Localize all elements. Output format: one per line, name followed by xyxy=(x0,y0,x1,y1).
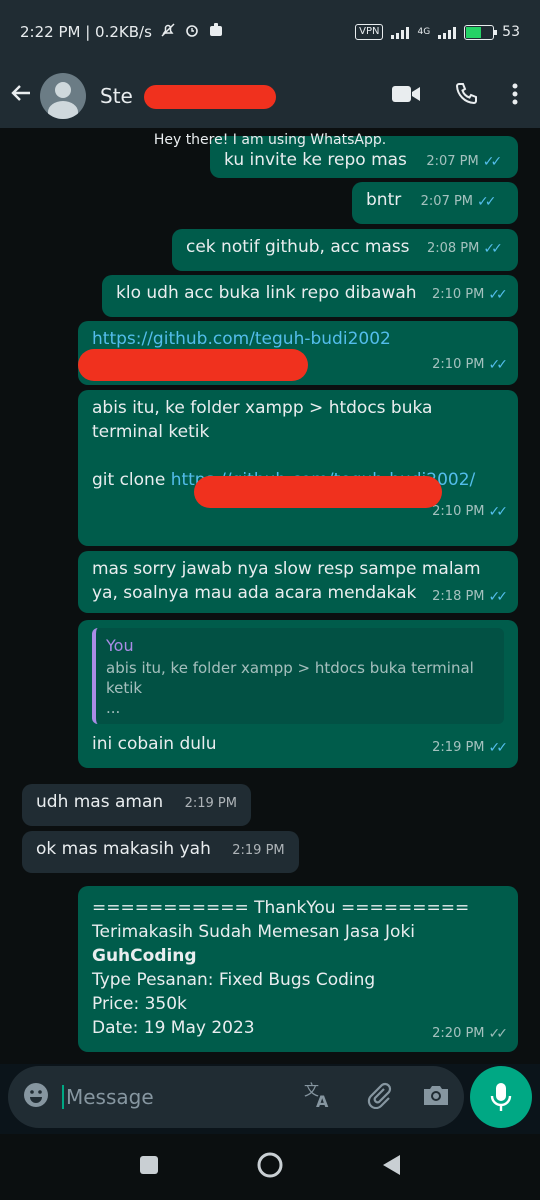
time-text: 2:07 PM xyxy=(420,194,474,209)
time-text: 2:20 PM xyxy=(432,1026,485,1041)
receipt-line: Type Pesanan: Fixed Bugs Coding xyxy=(92,970,376,990)
arrow-left-icon[interactable] xyxy=(8,80,38,113)
read-ticks-icon: ✓✓ xyxy=(482,154,503,170)
message-text: abis itu, ke folder xampp > htdocs buka … xyxy=(92,398,433,442)
quote-text: abis itu, ke folder xampp > htdocs buka … xyxy=(106,659,474,697)
message-bubble[interactable]: ok mas makasih yah 2:19 PM xyxy=(22,831,299,873)
message-text: ini cobain dulu xyxy=(92,734,217,754)
read-ticks-icon: ✓✓ xyxy=(483,241,503,257)
signal-icon xyxy=(391,25,410,39)
contact-name[interactable]: Ste xyxy=(100,81,276,111)
read-ticks-icon: ✓✓ xyxy=(488,357,509,373)
receipt-line: Price: 350k xyxy=(92,994,187,1014)
message-bubble[interactable]: =========== ThankYou ========= Terimakas… xyxy=(78,886,518,1052)
redaction-mark xyxy=(194,476,442,508)
redaction-mark xyxy=(144,85,276,109)
more-vert-icon[interactable] xyxy=(512,82,518,110)
network-type: 4G xyxy=(417,27,431,37)
alarm-icon xyxy=(184,22,200,42)
message-text: mas sorry jawab nya slow resp sampe mala… xyxy=(92,559,481,603)
message-link[interactable]: https://github.com/teguh-budi2002 xyxy=(92,327,504,351)
home-icon[interactable] xyxy=(256,1151,284,1183)
avatar[interactable] xyxy=(40,73,86,119)
emoji-icon[interactable] xyxy=(22,1081,50,1113)
message-text: klo udh acc buka link repo dibawah xyxy=(116,283,417,303)
time-text: 2:08 PM xyxy=(426,241,480,256)
time-text: 2:19 PM xyxy=(432,740,485,755)
read-ticks-icon: ✓✓ xyxy=(488,589,509,605)
redaction-mark xyxy=(78,349,308,381)
app-notification-icon xyxy=(208,22,224,42)
mic-icon[interactable] xyxy=(470,1066,532,1128)
read-ticks-icon: ✓✓ xyxy=(477,194,497,210)
message-bubble[interactable]: udh mas aman 2:19 PM xyxy=(22,784,251,826)
battery-icon xyxy=(464,24,498,40)
vpn-badge: VPN xyxy=(355,24,384,40)
message-time: 2:19 PM xyxy=(184,796,237,811)
receipt-line: Terimakasih Sudah Memesan Jasa Joki xyxy=(92,922,416,942)
message-text: ku invite ke repo mas xyxy=(224,150,407,170)
system-nav-bar xyxy=(0,1134,540,1200)
status-time: 2:22 PM | 0.2KB/s xyxy=(20,23,152,41)
message-bubble[interactable]: klo udh acc buka link repo dibawah 2:10 … xyxy=(102,275,518,317)
message-text: bntr xyxy=(366,190,402,210)
time-text: 2:10 PM xyxy=(432,504,485,519)
phone-icon[interactable] xyxy=(454,82,478,110)
camera-icon[interactable] xyxy=(422,1083,450,1111)
code-prefix: git clone xyxy=(92,470,171,490)
message-bubble[interactable]: abis itu, ke folder xampp > htdocs buka … xyxy=(78,390,518,546)
message-text: cek notif github, acc mass xyxy=(186,237,410,257)
svg-text:A: A xyxy=(316,1092,329,1109)
message-time: 2:18 PM ✓✓ xyxy=(432,585,509,609)
message-time: 2:19 PM ✓✓ xyxy=(432,736,509,760)
message-time: 2:10 PM ✓✓ xyxy=(432,353,509,377)
read-ticks-icon: ✓✓ xyxy=(488,287,508,303)
message-time: 2:20 PM ✓✓ xyxy=(432,1022,509,1046)
chat-header: Ste xyxy=(0,64,540,128)
receipt-line: =========== ThankYou ========= xyxy=(92,898,470,918)
quote-more: ... xyxy=(106,699,121,717)
message-time: 2:07 PM ✓✓ xyxy=(420,190,497,214)
time-text: 2:10 PM xyxy=(431,287,485,302)
message-time: 2:19 PM xyxy=(232,843,285,858)
quote-author: You xyxy=(106,636,134,655)
time-text: 2:07 PM xyxy=(426,154,479,169)
battery-percent: 53 xyxy=(502,24,520,40)
mute-icon xyxy=(160,22,176,42)
message-time: 2:07 PM ✓✓ xyxy=(426,150,503,174)
read-ticks-icon: ✓✓ xyxy=(488,740,509,756)
message-bubble[interactable]: mas sorry jawab nya slow resp sampe mala… xyxy=(78,551,518,613)
message-bubble[interactable]: https://github.com/teguh-budi2002 2:10 P… xyxy=(78,321,518,385)
read-ticks-icon: ✓✓ xyxy=(488,504,509,520)
time-text: 2:10 PM xyxy=(432,357,485,372)
contact-status-banner: Hey there! I am using WhatsApp. xyxy=(153,132,387,148)
message-time: 2:08 PM ✓✓ xyxy=(426,237,503,261)
message-time: 2:10 PM ✓✓ xyxy=(431,283,508,307)
translate-icon[interactable]: 文A xyxy=(304,1081,334,1113)
receipt-brand: GuhCoding xyxy=(92,946,197,966)
paperclip-icon[interactable] xyxy=(364,1081,392,1113)
message-input[interactable] xyxy=(62,1085,262,1109)
time-text: 2:18 PM xyxy=(432,589,485,604)
message-bubble[interactable]: cek notif github, acc mass 2:08 PM ✓✓ xyxy=(172,229,518,271)
contact-name-text: Ste xyxy=(100,84,133,108)
back-nav-icon[interactable] xyxy=(380,1153,402,1181)
message-text: ok mas makasih yah xyxy=(36,839,211,859)
message-composer: 文A xyxy=(8,1066,464,1128)
recents-icon[interactable] xyxy=(138,1154,160,1180)
message-bubble[interactable]: You abis itu, ke folder xampp > htdocs b… xyxy=(78,620,518,768)
delivered-ticks-icon: ✓✓ xyxy=(488,1026,509,1042)
message-text: udh mas aman xyxy=(36,792,164,812)
signal-icon-2 xyxy=(438,25,457,39)
chat-area[interactable]: Hey there! I am using WhatsApp. ku invit… xyxy=(0,128,540,1064)
message-bubble[interactable]: bntr 2:07 PM ✓✓ xyxy=(352,182,518,224)
quoted-message[interactable]: You abis itu, ke folder xampp > htdocs b… xyxy=(92,628,504,724)
video-call-icon[interactable] xyxy=(392,84,420,108)
status-bar: 2:22 PM | 0.2KB/s VPN 4G 53 xyxy=(0,0,540,64)
message-time: 2:10 PM ✓✓ xyxy=(432,500,509,524)
